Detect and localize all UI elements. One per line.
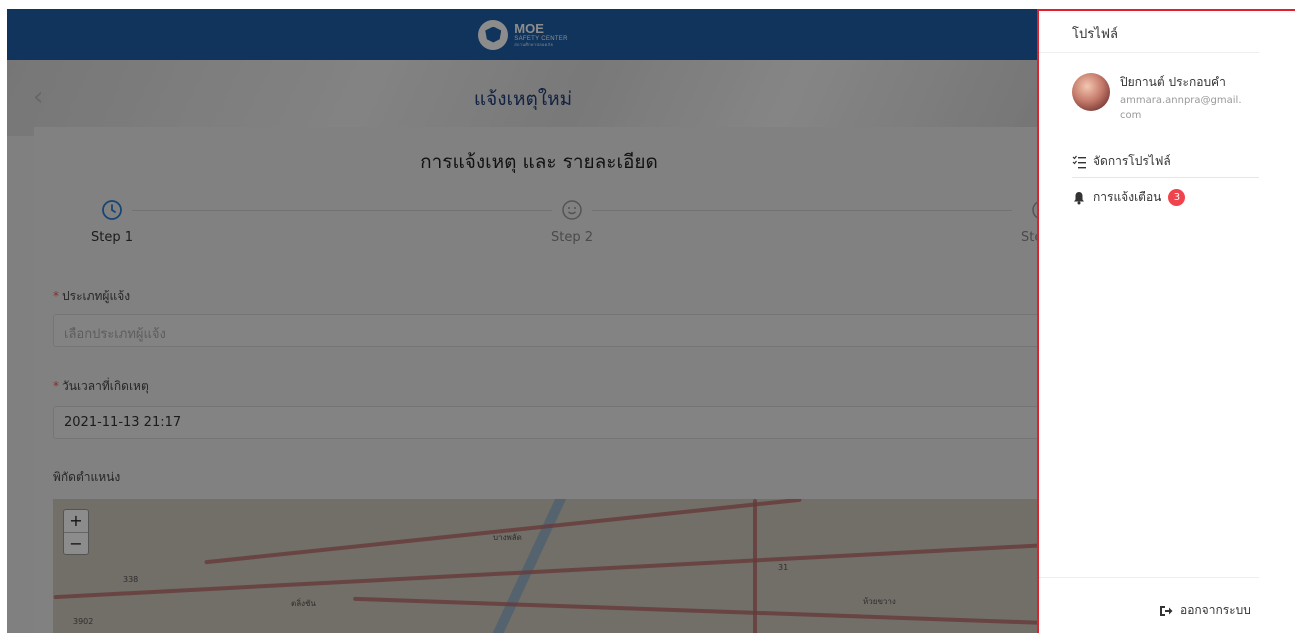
avatar (1072, 73, 1110, 111)
sign-out-icon (1160, 605, 1173, 616)
menu-notifications[interactable]: การแจ้งเตือน 3 (1072, 188, 1186, 207)
menu-divider (1072, 177, 1259, 178)
menu-manage-profile[interactable]: จัดการโปรไฟล์ (1072, 152, 1171, 171)
logout-label: ออกจากระบบ (1180, 603, 1251, 617)
user-profile: ปิยกานต์ ประกอบคำ ammara.annpra@gmail.co… (1072, 71, 1272, 131)
user-email: ammara.annpra@gmail.com (1120, 95, 1242, 121)
menu-label: จัดการโปรไฟล์ (1093, 154, 1171, 168)
modal-backdrop[interactable] (7, 9, 1039, 633)
notification-badge: 3 (1168, 189, 1186, 206)
logout-button[interactable]: ออกจากระบบ (1159, 601, 1251, 620)
menu-label: การแจ้งเตือน (1093, 190, 1162, 204)
footer-divider (1039, 577, 1259, 578)
drawer-title: โปรไฟล์ (1039, 11, 1259, 53)
list-check-icon (1072, 155, 1086, 168)
user-name: ปิยกานต์ ประกอบคำ (1120, 75, 1226, 89)
profile-drawer: โปรไฟล์ ปิยกานต์ ประกอบคำ ammara.annpra@… (1037, 9, 1295, 633)
bell-icon (1074, 191, 1084, 204)
